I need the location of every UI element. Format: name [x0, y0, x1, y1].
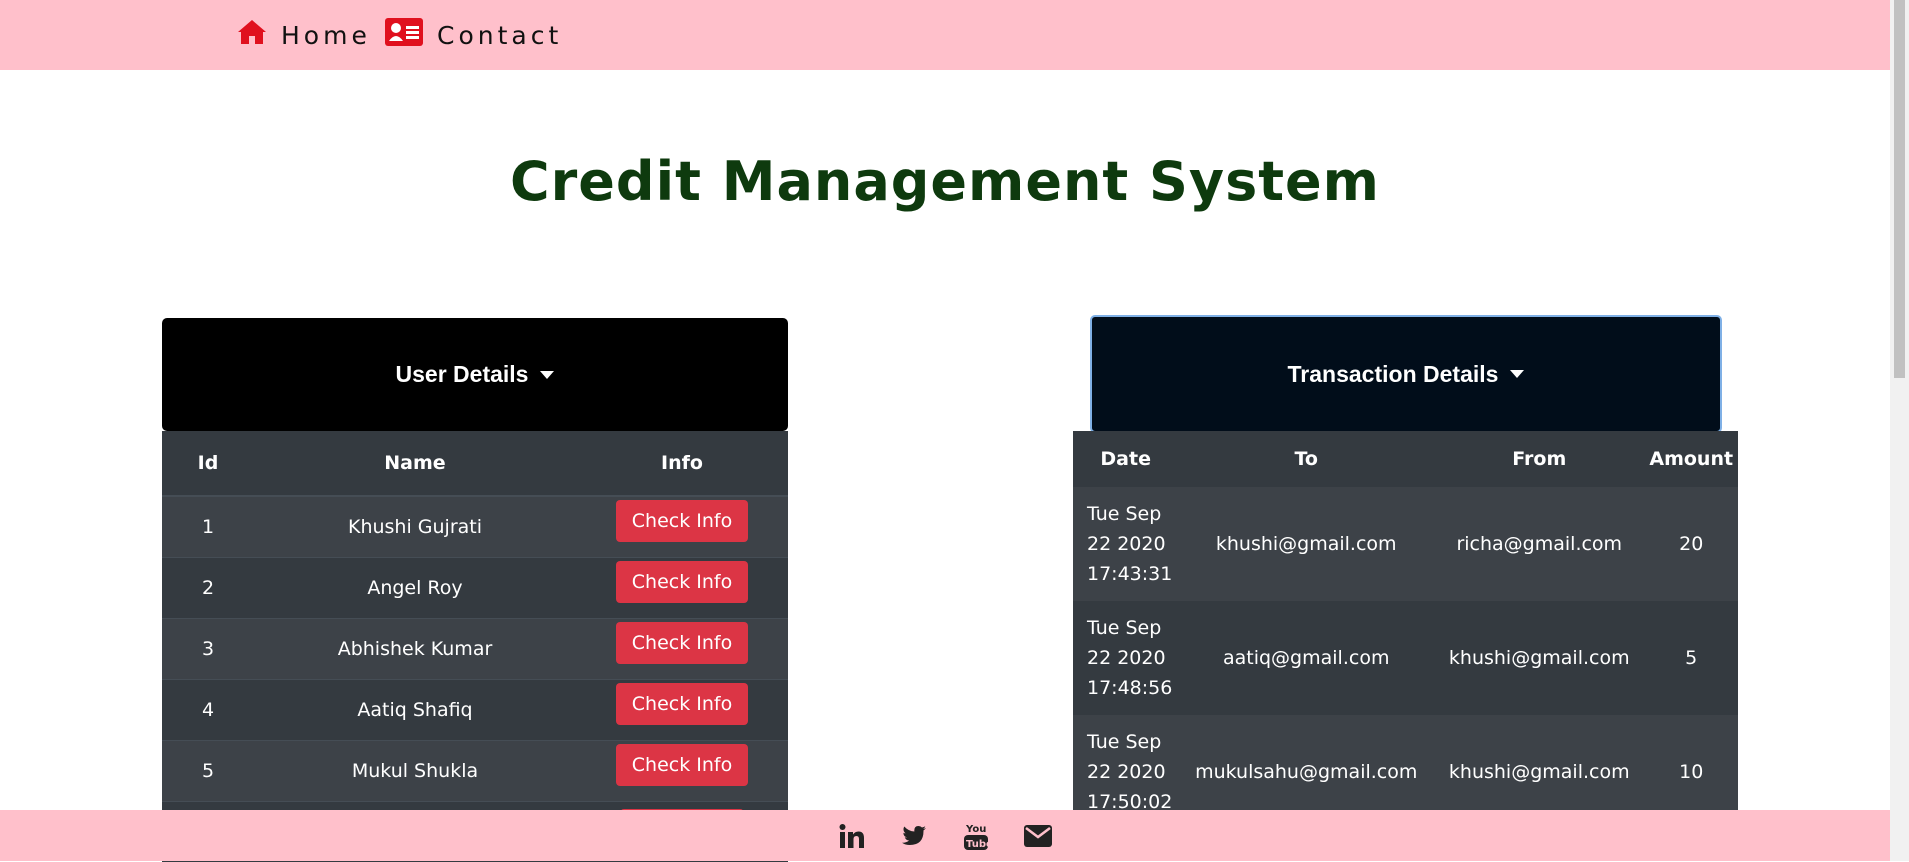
column-header-info: Info	[576, 431, 788, 496]
scrollbar[interactable]	[1890, 0, 1909, 861]
table-row: 2 Angel Roy Check Info	[162, 558, 788, 619]
table-row: Tue Sep 22 2020 17:43:31 khushi@gmail.co…	[1073, 487, 1738, 601]
caret-down-icon	[540, 371, 554, 379]
table-row: 1 Khushi Gujrati Check Info	[162, 496, 788, 558]
user-name: Abhishek Kumar	[254, 619, 576, 680]
table-row: Tue Sep 22 2020 17:48:56 aatiq@gmail.com…	[1073, 601, 1738, 715]
check-info-button[interactable]: Check Info	[616, 500, 748, 542]
transaction-from: khushi@gmail.com	[1434, 601, 1644, 715]
transactions-table-header: Date To From Amount	[1073, 431, 1738, 487]
user-name: Angel Roy	[254, 558, 576, 619]
linkedin-icon[interactable]	[838, 822, 866, 850]
users-table-header: Id Name Info	[162, 431, 788, 496]
table-row: 4 Aatiq Shafiq Check Info	[162, 680, 788, 741]
transaction-details-toggle[interactable]: Transaction Details	[1090, 315, 1722, 433]
user-id: 1	[162, 496, 254, 558]
check-info-button[interactable]: Check Info	[616, 683, 748, 725]
nav-home-link[interactable]: Home	[237, 0, 371, 70]
user-id: 3	[162, 619, 254, 680]
transaction-from: richa@gmail.com	[1434, 487, 1644, 601]
user-id: 5	[162, 741, 254, 802]
column-header-to: To	[1178, 431, 1434, 487]
scrollbar-thumb[interactable]	[1894, 0, 1905, 378]
svg-text:Tube: Tube	[966, 839, 988, 850]
top-nav: Home Contact	[0, 0, 1890, 70]
user-id: 2	[162, 558, 254, 619]
transaction-amount: 20	[1644, 487, 1738, 601]
check-info-button[interactable]: Check Info	[616, 561, 748, 603]
user-name: Mukul Shukla	[254, 741, 576, 802]
transaction-details-label: Transaction Details	[1288, 361, 1499, 388]
transaction-date: Tue Sep 22 2020 17:43:31	[1073, 487, 1178, 601]
footer: You Tube	[0, 810, 1890, 861]
page-title: Credit Management System	[0, 150, 1890, 213]
nav-contact-link[interactable]: Contact	[385, 0, 562, 70]
svg-text:You: You	[965, 824, 986, 835]
transaction-amount: 5	[1644, 601, 1738, 715]
transaction-to: aatiq@gmail.com	[1178, 601, 1434, 715]
transaction-date: Tue Sep 22 2020 17:48:56	[1073, 601, 1178, 715]
column-header-from: From	[1434, 431, 1644, 487]
nav-contact-label: Contact	[437, 21, 562, 50]
user-name: Khushi Gujrati	[254, 496, 576, 558]
user-details-toggle[interactable]: User Details	[162, 318, 788, 431]
table-row: 3 Abhishek Kumar Check Info	[162, 619, 788, 680]
nav-home-label: Home	[281, 21, 371, 50]
column-header-id: Id	[162, 431, 254, 496]
transaction-to: khushi@gmail.com	[1178, 487, 1434, 601]
twitter-icon[interactable]	[900, 822, 928, 850]
column-header-date: Date	[1073, 431, 1178, 487]
check-info-button[interactable]: Check Info	[616, 744, 748, 786]
youtube-icon[interactable]: You Tube	[962, 822, 990, 850]
table-row: 5 Mukul Shukla Check Info	[162, 741, 788, 802]
users-table: Id Name Info 1 Khushi Gujrati Check Info…	[162, 431, 788, 862]
user-id: 4	[162, 680, 254, 741]
contact-card-icon	[385, 18, 437, 52]
home-icon	[237, 19, 281, 51]
transactions-table: Date To From Amount Tue Sep 22 2020 17:4…	[1073, 431, 1738, 829]
user-details-label: User Details	[396, 361, 529, 388]
caret-down-icon	[1510, 370, 1524, 378]
column-header-amount: Amount	[1644, 431, 1738, 487]
check-info-button[interactable]: Check Info	[616, 622, 748, 664]
user-name: Aatiq Shafiq	[254, 680, 576, 741]
column-header-name: Name	[254, 431, 576, 496]
mail-icon[interactable]	[1024, 822, 1052, 850]
